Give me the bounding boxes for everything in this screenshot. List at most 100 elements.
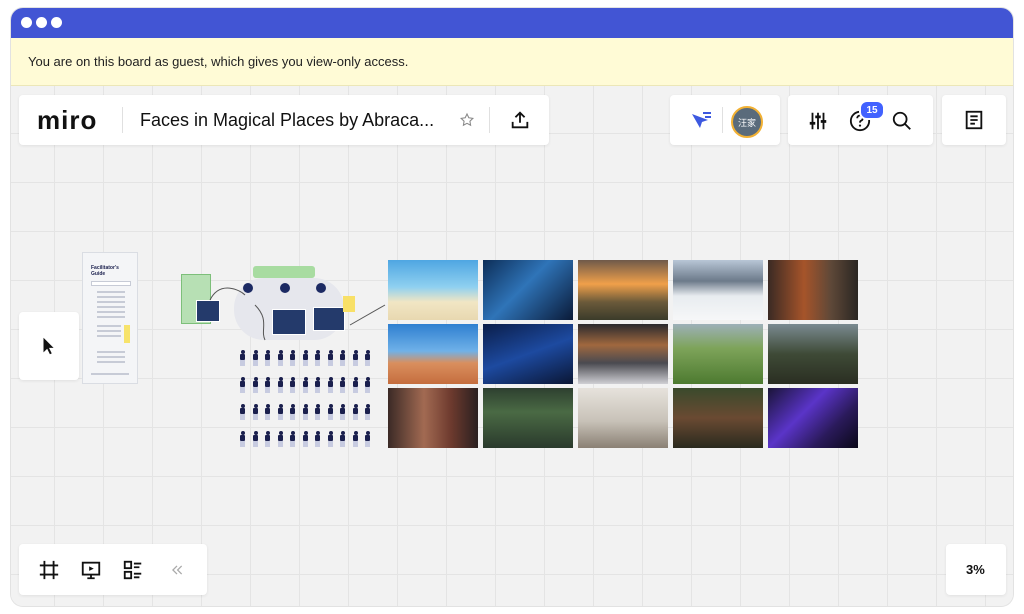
board-image-green-hills[interactable] xyxy=(673,324,763,384)
star-icon[interactable] xyxy=(457,110,477,130)
character-figure xyxy=(327,431,334,447)
board-image-castle-forest[interactable] xyxy=(768,324,858,384)
character-figure xyxy=(289,431,296,447)
avatar[interactable]: 汪家 xyxy=(731,106,763,138)
frame-icon[interactable] xyxy=(37,558,61,582)
character-figure xyxy=(302,377,309,393)
board-image-jungle-ruins[interactable] xyxy=(483,388,573,448)
zoom-panel: 3% xyxy=(946,544,1006,595)
guide-line xyxy=(97,316,125,318)
pointer-icon[interactable] xyxy=(37,334,61,358)
character-figure xyxy=(264,377,271,393)
miro-logo[interactable]: miro xyxy=(37,105,97,136)
character-figure xyxy=(327,377,334,393)
board-image-concert-lights[interactable] xyxy=(768,388,858,448)
character-figure xyxy=(289,404,296,420)
character-figure xyxy=(239,431,246,447)
character-figure xyxy=(327,404,334,420)
character-figure xyxy=(252,404,259,420)
board-title[interactable]: Faces in Magical Places by Abraca... xyxy=(140,110,434,131)
character-figure xyxy=(314,431,321,447)
bottom-toolbar xyxy=(19,544,207,595)
character-figure xyxy=(364,431,371,447)
board-image-snow-mountain[interactable] xyxy=(673,260,763,320)
board-image-beach[interactable] xyxy=(388,260,478,320)
divider xyxy=(489,107,490,133)
character-figure xyxy=(339,404,346,420)
cursor-follow-icon[interactable] xyxy=(688,109,714,133)
guide-line xyxy=(97,311,125,313)
character-figure xyxy=(277,404,284,420)
window-dot[interactable] xyxy=(36,17,47,28)
character-figure xyxy=(314,404,321,420)
character-figure xyxy=(239,377,246,393)
character-figure xyxy=(252,431,259,447)
character-figure xyxy=(277,431,284,447)
board-image-city-crosswalk[interactable] xyxy=(578,324,668,384)
character-figure xyxy=(302,350,309,366)
character-figure xyxy=(364,350,371,366)
character-figure xyxy=(239,404,246,420)
character-figure xyxy=(339,431,346,447)
character-figure xyxy=(302,404,309,420)
upload-icon[interactable] xyxy=(508,108,532,132)
character-figure xyxy=(314,350,321,366)
sticky-note xyxy=(124,325,130,343)
guide-line xyxy=(97,325,121,327)
help-notification-badge: 15 xyxy=(859,100,885,120)
character-figure xyxy=(352,431,359,447)
board-image-desert-trees[interactable] xyxy=(388,324,478,384)
guide-line xyxy=(97,306,125,308)
guide-line xyxy=(97,330,121,332)
guide-line xyxy=(97,296,125,298)
board-list-icon[interactable] xyxy=(121,558,145,582)
board-image-forest-path[interactable] xyxy=(673,388,763,448)
character-figure xyxy=(302,431,309,447)
character-figure xyxy=(352,377,359,393)
notes-icon[interactable] xyxy=(962,108,986,132)
character-figure xyxy=(352,350,359,366)
window-dot[interactable] xyxy=(51,17,62,28)
divider xyxy=(122,107,123,133)
board-image-sunset-field[interactable] xyxy=(578,260,668,320)
guest-banner: You are on this board as guest, which gi… xyxy=(11,38,1013,86)
window-titlebar xyxy=(11,8,1013,38)
facilitator-guide-document[interactable]: Facilitator's Guide xyxy=(82,252,138,384)
character-figure xyxy=(289,350,296,366)
character-figure xyxy=(327,350,334,366)
collapse-icon[interactable] xyxy=(167,560,187,580)
guide-line xyxy=(91,281,131,286)
character-figure xyxy=(339,350,346,366)
board-image-underwater-diver[interactable] xyxy=(483,324,573,384)
presentation-icon[interactable] xyxy=(79,558,103,582)
character-figure xyxy=(264,431,271,447)
character-figure xyxy=(364,377,371,393)
collaborators-panel: 汪家 xyxy=(670,95,780,145)
activity-header-chip xyxy=(253,266,315,278)
guest-banner-text: You are on this board as guest, which gi… xyxy=(28,54,409,69)
character-figure xyxy=(264,404,271,420)
connector-lines xyxy=(209,287,386,341)
character-figure xyxy=(239,350,246,366)
board-image-living-room[interactable] xyxy=(578,388,668,448)
character-figure xyxy=(352,404,359,420)
character-figure xyxy=(277,350,284,366)
search-icon[interactable] xyxy=(890,109,914,133)
settings-sliders-icon[interactable] xyxy=(806,109,830,133)
board-image-market-alley[interactable] xyxy=(388,388,478,448)
character-figure xyxy=(252,377,259,393)
character-figure xyxy=(339,377,346,393)
guide-line xyxy=(97,335,121,337)
character-figure xyxy=(252,350,259,366)
guide-line xyxy=(97,351,125,353)
board-image-space-astronaut[interactable] xyxy=(483,260,573,320)
guide-line xyxy=(97,291,125,293)
divider xyxy=(722,107,723,133)
guide-line xyxy=(91,373,129,375)
character-figure xyxy=(364,404,371,420)
left-toolbar xyxy=(19,312,79,380)
window-dot[interactable] xyxy=(21,17,32,28)
board-image-city-street-cafe[interactable] xyxy=(768,260,858,320)
notes-panel xyxy=(942,95,1006,145)
zoom-level[interactable]: 3% xyxy=(966,562,985,577)
